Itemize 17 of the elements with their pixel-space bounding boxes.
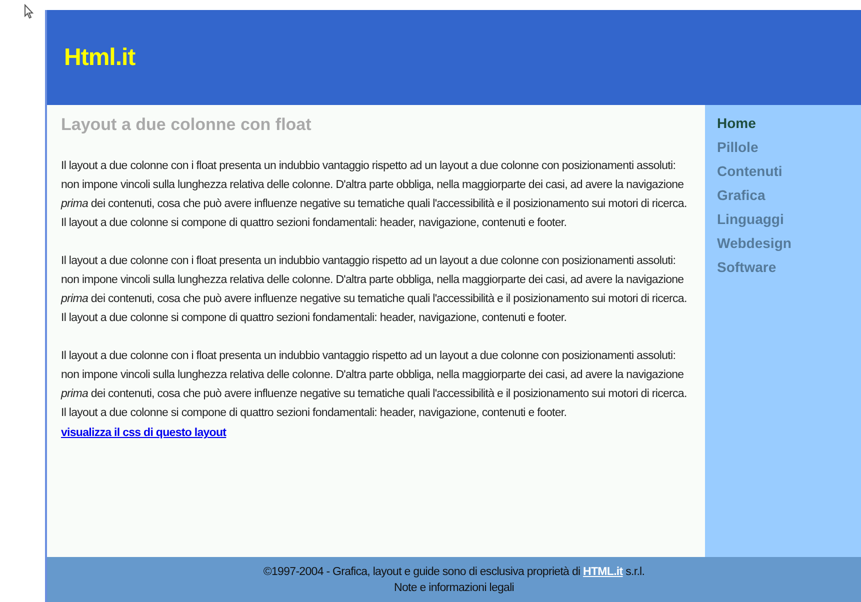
nav-link[interactable]: Home — [717, 111, 756, 135]
body-paragraph: Il layout a due colonne con i float presenta un indubbio vantaggio rispetto ad un layout a due colonne con posizionamenti assoluti: non impone vincoli sulla lunghezza relativa delle colonne. D'altra parte obbliga, nella maggiorparte dei casi, ad avere la navigazione prima dei contenuti, cosa che può avere influenze negative su tematiche quali l'accessibilità e il posizionamento sui motori di ricerca. Il layout a due colonne si compone di quattro sezioni fondamentali: header, navigazione, contenuti e footer. — [61, 254, 688, 326]
page-title: Layout a due colonne con float — [61, 115, 312, 135]
copyright-text: ©1997-2004 - Grafica, layout e guide sono di esclusiva proprietà di HTML.it s.r.l. — [263, 564, 645, 580]
nav-link[interactable]: Grafica — [717, 183, 766, 207]
body-paragraph: Il layout a due colonne con i float presenta un indubbio vantaggio rispetto ad un layout a due colonne con posizionamenti assoluti: non impone vincoli sulla lunghezza relativa delle colonne. D'altra parte obbliga, nella maggiorparte dei casi, ad avere la navigazione prima dei contenuti, cosa che può avere influenze negative su tematiche quali l'accessibilità e il posizionamento sui motori di ricerca. Il layout a due colonne si compone di quattro sezioni fondamentali: header, navigazione, contenuti e footer. — [61, 159, 688, 231]
nav-link[interactable]: Software — [717, 255, 776, 279]
legal-notes-link[interactable]: Note e informazioni legali — [394, 580, 514, 596]
company-link[interactable]: HTML.it — [583, 566, 623, 578]
site-logo[interactable]: Html.it — [64, 44, 136, 72]
body-paragraph: Il layout a due colonne con i float presenta un indubbio vantaggio rispetto ad un layout a due colonne con posizionamenti assoluti: non impone vincoli sulla lunghezza relativa delle colonne. D'altra parte obbliga, nella maggiorparte dei casi, ad avere la navigazione prima dei contenuti, cosa che può avere influenze negative su tematiche quali l'accessibilità e il posizionamento sui motori di ricerca. Il layout a due colonne si compone di quattro sezioni fondamentali: header, navigazione, contenuti e footer. — [61, 349, 688, 421]
cursor-icon — [24, 4, 34, 19]
nav-link[interactable]: Contenuti — [717, 159, 782, 183]
nav-link[interactable]: Webdesign — [717, 231, 792, 255]
nav-link[interactable]: Linguaggi — [717, 207, 784, 231]
nav-link[interactable]: Pillole — [717, 135, 758, 159]
css-link[interactable]: visualizza il css di questo layout — [61, 427, 226, 439]
